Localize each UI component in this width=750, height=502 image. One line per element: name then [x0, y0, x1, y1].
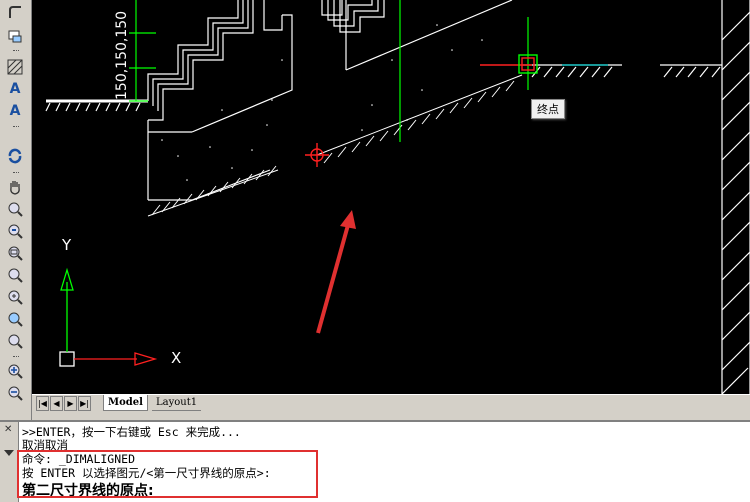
tab-prev-button[interactable]: ◀ [50, 396, 63, 411]
toolbar-separator [13, 50, 19, 53]
close-icon[interactable]: ✕ [4, 424, 12, 435]
collapse-triangle-icon[interactable] [4, 450, 14, 456]
edit-icon[interactable] [5, 26, 25, 46]
zoom-object-icon[interactable] [5, 331, 25, 351]
axis-x-label: X [171, 349, 182, 367]
axis-y-label: Y [62, 236, 72, 254]
hatch-icon[interactable] [5, 57, 25, 77]
tab-first-button[interactable]: |◀ [36, 396, 49, 411]
zoom-dynamic-icon[interactable] [5, 265, 25, 285]
zoom-center-icon[interactable] [5, 309, 25, 329]
highlight-box [17, 450, 318, 498]
tab-next-button[interactable]: ▶ [64, 396, 77, 411]
zoom-out-icon[interactable] [5, 383, 25, 403]
layout-tab-bar: |◀ ◀ ▶ ▶| Model Layout1 [32, 394, 750, 412]
zoom-realtime-icon[interactable] [5, 199, 25, 219]
pan-hand-icon[interactable] [5, 177, 25, 197]
mtext-A-icon[interactable]: A [5, 101, 25, 121]
regen-icon[interactable] [5, 146, 25, 166]
tab-last-button[interactable]: ▶| [78, 396, 91, 411]
drawing-geometry [45, 0, 750, 394]
zoom-scale-icon[interactable] [5, 287, 25, 307]
left-toolbar: A A [0, 0, 32, 420]
toolbar-separator [13, 126, 19, 129]
zoom-window-icon[interactable] [5, 243, 25, 263]
fillet-icon[interactable] [5, 2, 25, 22]
toolbar-separator [13, 172, 19, 175]
zoom-previous-icon[interactable] [5, 221, 25, 241]
snap-tooltip: 终点 [531, 99, 565, 119]
command-line-panel[interactable]: ✕ >>ENTER，按一下右键或 Esc 来完成... 取消取消 命令: _DI… [0, 420, 750, 502]
tab-layout1[interactable]: Layout1 [152, 395, 202, 411]
toolbar-separator [13, 356, 19, 359]
tab-model[interactable]: Model [103, 395, 148, 411]
text-A-icon[interactable]: A [5, 79, 25, 99]
drawing-canvas[interactable]: 150,150,150 Y X 终点 [32, 0, 750, 394]
dimension-label: 150,150,150 [114, 10, 130, 100]
zoom-in-icon[interactable] [5, 361, 25, 381]
